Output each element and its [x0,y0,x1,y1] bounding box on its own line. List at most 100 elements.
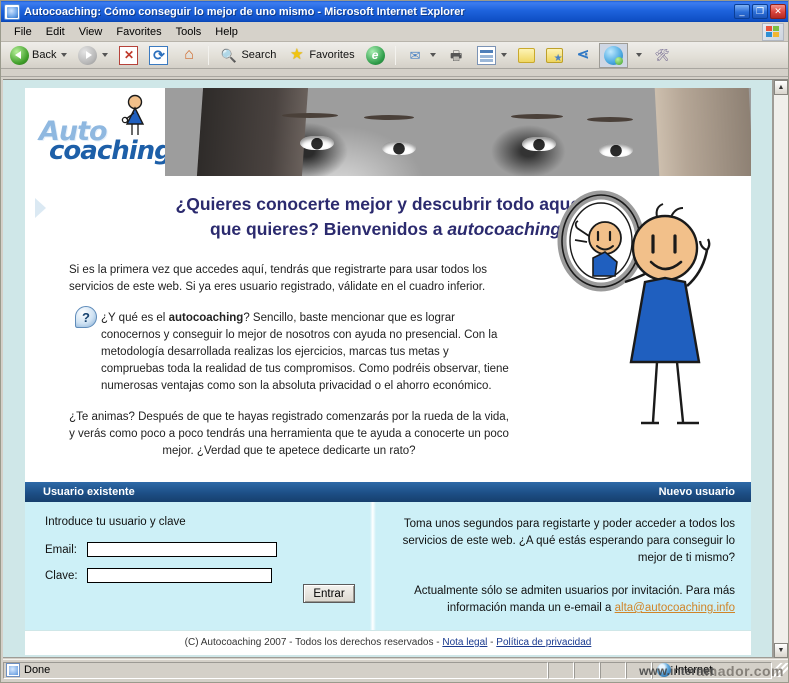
home-button[interactable] [174,43,203,68]
clave-input[interactable] [87,568,272,583]
print-icon [447,46,466,65]
mail-dropdown-icon[interactable] [429,53,436,57]
share-button[interactable] [569,43,598,68]
register-panel: Toma unos segundos para registarte y pod… [376,502,751,630]
site-footer: (C) Autocoaching 2007 - Todos los derech… [25,630,751,655]
hero-section: ¿Quieres conocerte mejor y descubrir tod… [25,176,751,482]
stop-icon [119,45,139,65]
menu-edit[interactable]: Edit [39,24,72,40]
photo-eye-3 [522,137,557,152]
page-title-line2-em: autocoaching [447,219,562,239]
site-logo[interactable]: Auto coaching [25,88,173,176]
folder-button[interactable] [513,45,540,66]
page-title-line2-plain: que quieres? Bienvenidos a [210,219,448,239]
email-field-row: Email: [45,542,370,557]
browser-toolbar: Back Search Favorites [1,42,788,69]
favorites-button[interactable]: Favorites [282,43,359,68]
search-button[interactable]: Search [214,43,281,68]
edit-button[interactable] [472,43,512,68]
login-lead: Introduce tu usuario y clave [45,516,186,528]
close-button[interactable]: ✕ [770,4,786,19]
what-paragraph: ¿Y qué es el autocoaching? Sencillo, bas… [69,310,509,395]
media-button[interactable] [361,43,390,68]
mirror-figure-illustration [557,190,711,425]
menu-file[interactable]: File [7,24,39,40]
refresh-button[interactable] [144,43,173,68]
browser-window: Autocoaching: Cómo conseguir lo mejor de… [0,0,789,683]
photo-eye-4 [598,142,633,157]
share-icon [574,46,593,65]
forward-button[interactable] [73,43,113,68]
toolbar-separator [208,45,210,65]
toolbar-strip [1,69,788,77]
scroll-up-button[interactable]: ▲ [774,80,788,95]
register-email-link[interactable]: alta@autocoaching.info [615,602,735,614]
msn-button[interactable] [598,42,628,68]
search-label: Search [241,49,277,61]
email-label: Email: [45,543,77,556]
page-canvas: Auto coaching ¿Quieres conocerte mejor y… [3,80,773,658]
msn-dropdown-button[interactable] [629,50,647,60]
footer-link-privacy[interactable]: Política de privacidad [496,637,591,648]
title-bar: Autocoaching: Cómo conseguir lo mejor de… [1,1,788,22]
menu-bar: File Edit View Favorites Tools Help [1,22,788,42]
status-bar: Done Internet amador.com www.internet [3,659,788,680]
mail-icon [406,46,425,65]
status-text: Done [24,664,51,676]
page-title-line1: ¿Quieres conocerte mejor y descubrir tod… [175,194,601,214]
edit-icon [476,45,496,65]
search-icon [219,46,238,65]
msn-dropdown-icon[interactable] [635,53,642,57]
forward-icon [78,45,98,65]
email-input[interactable] [87,542,277,557]
window-title: Autocoaching: Cómo conseguir lo mejor de… [24,5,465,18]
submit-button[interactable]: Entrar [303,584,355,603]
folder-icon [517,47,535,63]
hero-body: Si es la primera vez que accedes aquí, t… [69,262,509,460]
menu-help[interactable]: Help [208,24,245,40]
banner-photo [165,88,751,176]
status-text-panel: Done [3,661,548,679]
tools-button[interactable] [648,43,677,68]
back-button[interactable]: Back [5,43,72,68]
vertical-scrollbar[interactable]: ▲ ▼ [773,80,788,658]
register-paragraph-2: Actualmente sólo se admiten usuarios por… [392,583,735,617]
favorites-star-icon [287,46,306,65]
what-rest: ? Sencillo, baste mencionar que es logra… [101,312,509,392]
globe-icon [657,663,671,677]
footer-link-legal[interactable]: Nota legal [442,637,487,648]
status-slot-1 [548,661,574,679]
maximize-button[interactable]: ❐ [752,4,768,19]
menu-view[interactable]: View [72,24,110,40]
mail-button[interactable] [401,43,441,68]
footer-copyright: (C) Autocoaching 2007 - Todos los derech… [184,637,443,648]
status-slot-3 [600,661,626,679]
clave-field-row: Clave: [45,568,370,583]
photo-eye-2 [381,140,416,155]
photo-eye-1 [299,135,334,150]
edit-dropdown-icon[interactable] [500,53,507,57]
login-panel: Introduce tu usuario y clave Email: Clav… [25,502,370,630]
resize-grip[interactable] [774,663,788,677]
section-bars: Usuario existente Nuevo usuario [25,482,751,502]
stop-button[interactable] [114,43,143,68]
minimize-button[interactable]: _ [734,4,750,19]
question-icon: ? [75,306,97,328]
forward-dropdown-icon[interactable] [102,53,109,57]
login-panels: Introduce tu usuario y clave Email: Clav… [25,502,751,630]
back-dropdown-icon[interactable] [61,53,68,57]
scroll-down-button[interactable]: ▼ [774,643,788,658]
menu-tools[interactable]: Tools [169,24,209,40]
site-banner: Auto coaching [25,88,751,176]
photo-brow-4 [586,117,633,123]
document-icon [6,663,20,677]
toolbar-separator-2 [394,45,396,65]
msn-icon [603,45,623,65]
messenger-button[interactable] [541,45,568,66]
photo-brow-2 [364,115,415,121]
print-button[interactable] [442,43,471,68]
photo-brow-1 [282,112,339,118]
menu-favorites[interactable]: Favorites [109,24,168,40]
clave-label: Clave: [45,569,78,582]
register-paragraph-1: Toma unos segundos para registarte y pod… [402,518,735,564]
